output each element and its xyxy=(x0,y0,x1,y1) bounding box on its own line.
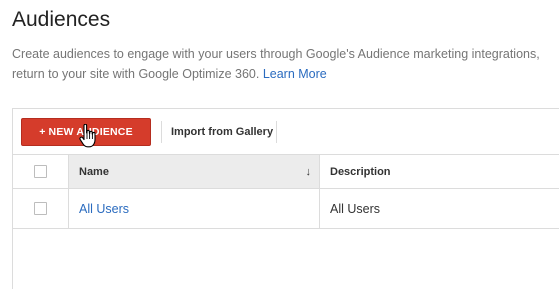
row-name-cell: All Users xyxy=(69,189,320,228)
column-header-name-label: Name xyxy=(79,165,109,178)
new-audience-label: NEW AUDIENCE xyxy=(48,126,133,138)
import-from-gallery-button[interactable]: Import from Gallery xyxy=(171,122,273,142)
toolbar: + NEW AUDIENCE Import from Gallery xyxy=(13,109,559,154)
description-line-2-text: return to your site with Google Optimize… xyxy=(12,67,260,81)
learn-more-link[interactable]: Learn More xyxy=(263,67,327,81)
column-header-name[interactable]: Name ↓ xyxy=(69,155,320,188)
plus-icon: + xyxy=(39,126,46,138)
audience-name-link[interactable]: All Users xyxy=(79,202,129,216)
page-description: Create audiences to engage with your use… xyxy=(12,44,559,84)
table-header-row: Name ↓ Description xyxy=(13,155,559,189)
row-checkbox[interactable] xyxy=(34,202,47,215)
toolbar-divider xyxy=(276,121,277,143)
audiences-panel: + NEW AUDIENCE Import from Gallery Name … xyxy=(12,108,559,289)
row-description-cell: All Users xyxy=(320,189,559,228)
select-all-checkbox[interactable] xyxy=(34,165,47,178)
toolbar-divider xyxy=(161,121,162,143)
table-row: All Users All Users xyxy=(13,189,559,229)
arrow-down-icon[interactable]: ↓ xyxy=(306,166,312,178)
column-header-description: Description xyxy=(320,155,559,188)
audiences-table: Name ↓ Description All Users All Users xyxy=(13,154,559,229)
header-checkbox-cell xyxy=(13,155,69,188)
page-title: Audiences xyxy=(12,8,111,31)
column-header-description-label: Description xyxy=(330,165,391,178)
description-line-2: return to your site with Google Optimize… xyxy=(12,64,559,84)
description-line-1: Create audiences to engage with your use… xyxy=(12,47,540,61)
audience-description: All Users xyxy=(330,201,381,216)
row-checkbox-cell xyxy=(13,189,69,228)
new-audience-button[interactable]: + NEW AUDIENCE xyxy=(21,118,151,146)
